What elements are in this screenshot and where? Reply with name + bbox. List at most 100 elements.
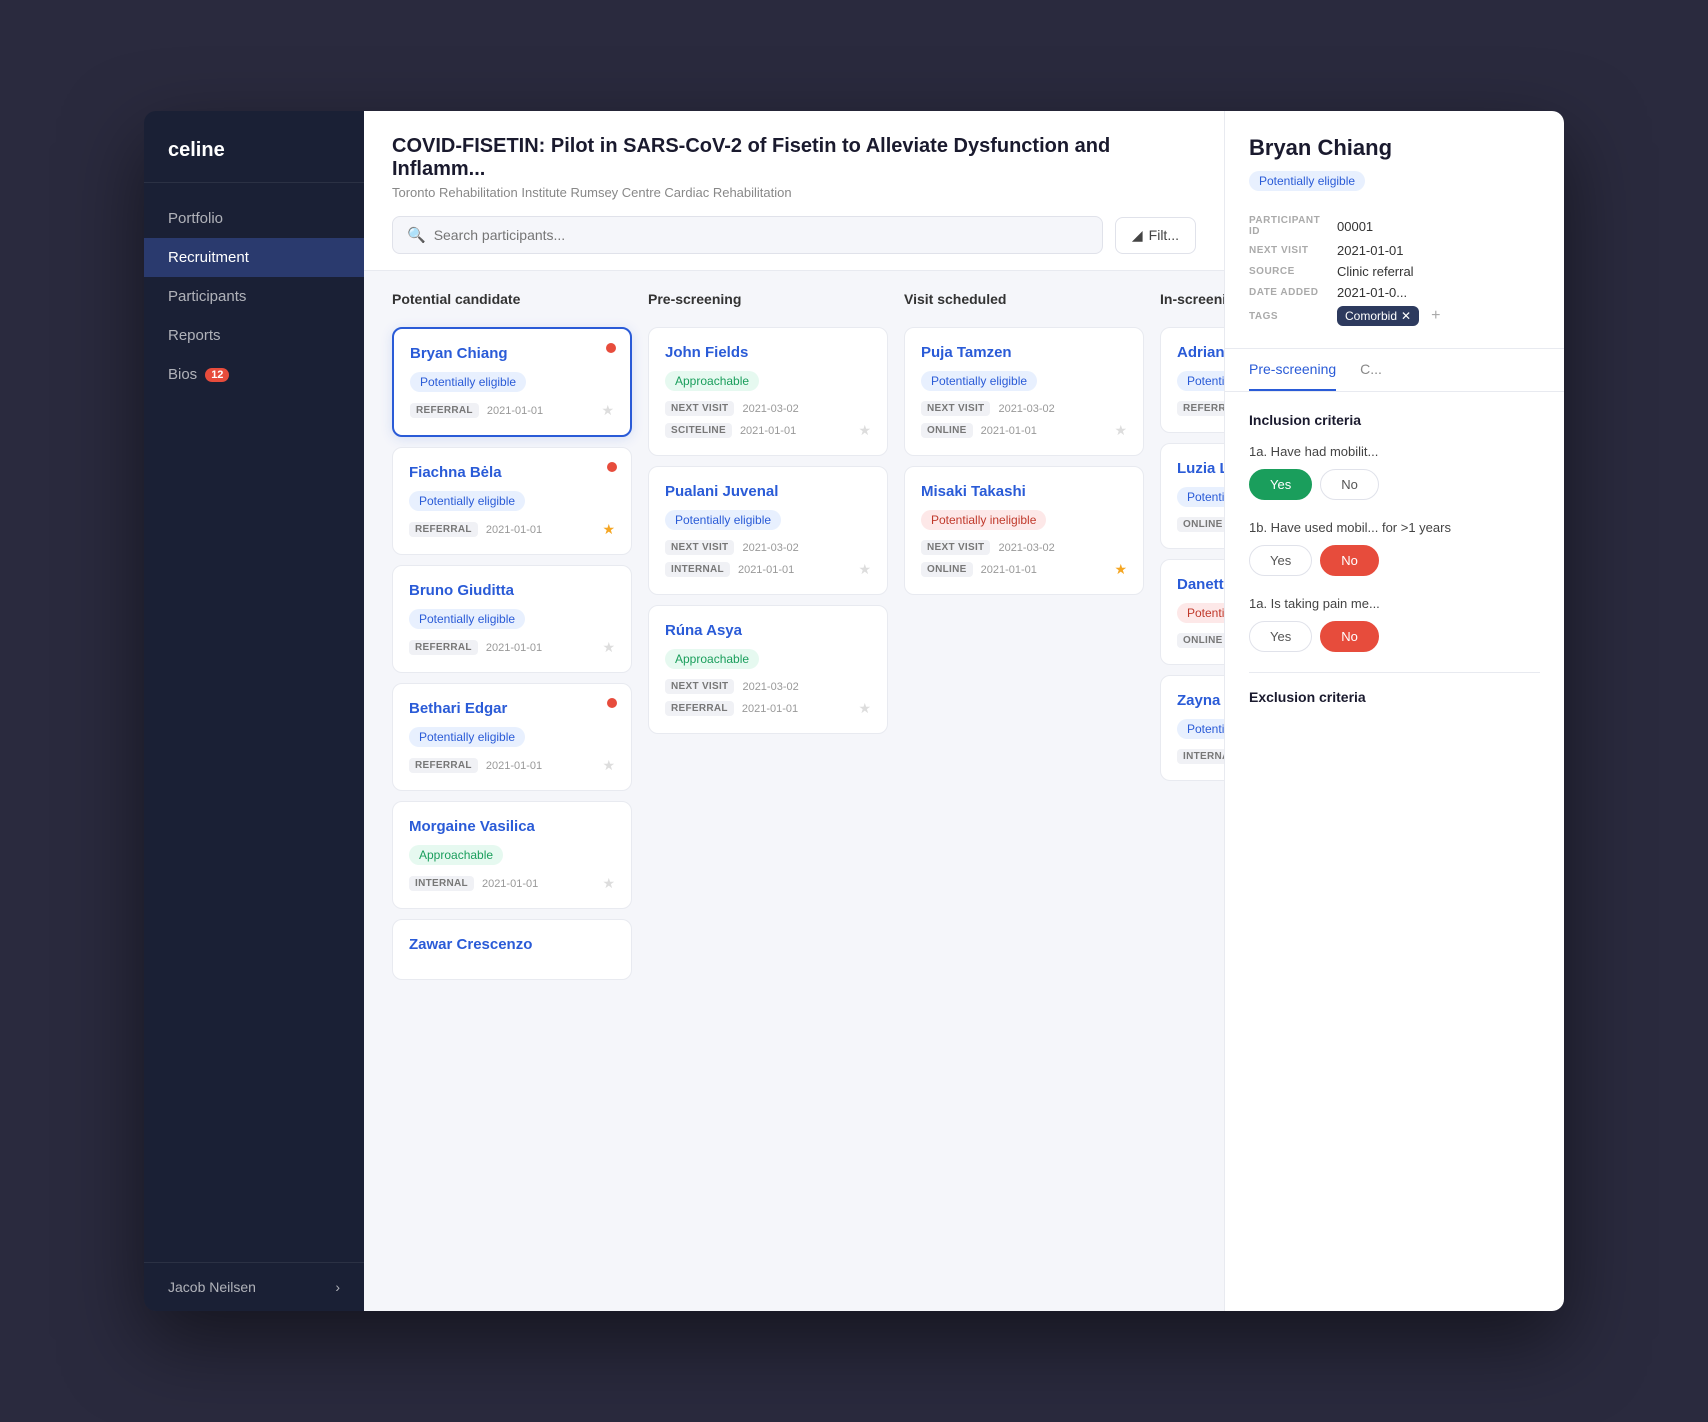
main-content: COVID-FISETIN: Pilot in SARS-CoV-2 of Fi…: [364, 111, 1224, 1311]
criteria-yes-button-1b[interactable]: Yes: [1249, 545, 1312, 576]
table-row[interactable]: Bryan Chiang Potentially eligible REFERR…: [392, 327, 632, 437]
column-header-potential: Potential candidate: [392, 291, 632, 315]
panel-meta-row-id: PARTICIPANT ID 00001: [1249, 215, 1540, 237]
filter-icon: ◢: [1132, 227, 1143, 244]
table-row[interactable]: Pualani Juvenal Potentially eligible NEX…: [648, 466, 888, 595]
status-badge: Potentially eligible: [409, 727, 525, 747]
exclusion-criteria-title: Exclusion criteria: [1249, 689, 1540, 705]
card-meta-2: SCITELINE 2021-01-01 ★: [665, 422, 871, 439]
tab-other[interactable]: C...: [1360, 349, 1382, 391]
table-row[interactable]: Morgaine Vasilica Approachable INTERNAL …: [392, 801, 632, 909]
table-row[interactable]: Bruno Giuditta Potentially eligible REFE…: [392, 565, 632, 673]
panel-meta-value-visit: 2021-01-01: [1337, 243, 1404, 258]
panel-tag-add-icon[interactable]: +: [1431, 307, 1440, 325]
panel-meta-label-source: SOURCE: [1249, 266, 1329, 277]
card-meta: REFERRAL 2021-01-01 ★: [409, 757, 615, 774]
tab-prescreening[interactable]: Pre-screening: [1249, 349, 1336, 391]
star-icon[interactable]: ★: [602, 521, 615, 538]
criteria-no-button-1a[interactable]: No: [1320, 469, 1379, 500]
card-dot: [607, 462, 617, 472]
panel-meta-label-date: DATE ADDED: [1249, 287, 1329, 298]
table-row[interactable]: Adrian Judah Potentially eligible REFERR…: [1160, 327, 1224, 433]
column-header-visit: Visit scheduled: [904, 291, 1144, 315]
star-icon[interactable]: ★: [1114, 422, 1127, 439]
card-meta-2: ONLINE 2021-01-01 ★: [921, 422, 1127, 439]
meta-date: 2021-03-02: [742, 542, 798, 554]
column-header-inscreening: In-screening: [1160, 291, 1224, 315]
footer-user: Jacob Neilsen: [168, 1279, 256, 1295]
criteria-no-button-1a2[interactable]: No: [1320, 621, 1379, 652]
card-name: Bruno Giuditta: [409, 582, 615, 599]
card-meta-2: REFERRAL 2021-01-01 ★: [665, 700, 871, 717]
card-name: Puja Tamzen: [921, 344, 1127, 361]
card-dot: [607, 698, 617, 708]
meta-label: NEXT VISIT: [665, 540, 734, 555]
card-name: Luzia Llinos: [1177, 460, 1224, 477]
meta-label: NEXT VISIT: [665, 679, 734, 694]
table-row[interactable]: Luzia Llinos Potentially eligible ONLINE…: [1160, 443, 1224, 549]
table-row[interactable]: Zawar Crescenzo: [392, 919, 632, 980]
card-name: Zawar Crescenzo: [409, 936, 615, 953]
criteria-item-1a2: 1a. Is taking pain me... Yes No: [1249, 596, 1540, 652]
status-badge: Potentially eligible: [665, 510, 781, 530]
panel-tag-comorbid[interactable]: Comorbid ✕: [1337, 306, 1419, 326]
star-icon[interactable]: ★: [858, 422, 871, 439]
table-row[interactable]: Danette Enki Potentially ineligible ONLI…: [1160, 559, 1224, 665]
card-meta: INTERNAL 2021-01-01 ★: [409, 875, 615, 892]
kanban-column-visit: Visit scheduled Puja Tamzen Potentially …: [904, 291, 1144, 1291]
cards-potential: Bryan Chiang Potentially eligible REFERR…: [392, 327, 632, 980]
panel-participant-name: Bryan Chiang: [1249, 135, 1540, 161]
sidebar-item-bios[interactable]: Bios 12: [144, 355, 364, 394]
criteria-yes-button-1a2[interactable]: Yes: [1249, 621, 1312, 652]
table-row[interactable]: Fiachna Bėla Potentially eligible REFERR…: [392, 447, 632, 555]
star-icon[interactable]: ★: [601, 402, 614, 419]
filter-button[interactable]: ◢ Filt...: [1115, 217, 1196, 254]
meta-date-2: 2021-01-01: [742, 703, 798, 715]
meta-label-2: ONLINE: [921, 562, 973, 577]
status-badge: Approachable: [665, 649, 759, 669]
table-row[interactable]: John Fields Approachable NEXT VISIT 2021…: [648, 327, 888, 456]
sidebar-item-participants[interactable]: Participants: [144, 277, 364, 316]
criteria-label-1b: 1b. Have used mobil... for >1 years: [1249, 520, 1540, 535]
criteria-no-button-1b[interactable]: No: [1320, 545, 1379, 576]
card-meta: ONLINE 2021-...: [1177, 633, 1224, 648]
panel-header: Bryan Chiang Potentially eligible PARTIC…: [1225, 111, 1564, 349]
star-icon[interactable]: ★: [602, 639, 615, 656]
meta-label: NEXT VISIT: [921, 401, 990, 416]
card-name: Adrian Judah: [1177, 344, 1224, 361]
card-meta-2: INTERNAL 2021-01-01 ★: [665, 561, 871, 578]
card-meta: REFERRAL 2021-01-01 ★: [409, 521, 615, 538]
star-icon[interactable]: ★: [858, 700, 871, 717]
card-meta: NEXT VISIT 2021-03-02: [921, 401, 1127, 416]
table-row[interactable]: Misaki Takashi Potentially ineligible NE…: [904, 466, 1144, 595]
meta-date: 2021-03-02: [742, 403, 798, 415]
table-row[interactable]: Zayna Maudi Potentially eligible INTERNA…: [1160, 675, 1224, 781]
footer-arrow-icon[interactable]: ›: [335, 1279, 340, 1295]
star-icon[interactable]: ★: [858, 561, 871, 578]
panel-tag-remove-icon[interactable]: ✕: [1401, 309, 1411, 323]
table-row[interactable]: Bethari Edgar Potentially eligible REFER…: [392, 683, 632, 791]
status-badge: Potentially eligible: [1177, 487, 1224, 507]
criteria-buttons-1b: Yes No: [1249, 545, 1540, 576]
panel-meta-value-id: 00001: [1337, 219, 1373, 234]
sidebar-item-reports[interactable]: Reports: [144, 316, 364, 355]
sidebar-logo: celine: [144, 111, 364, 183]
meta-date-2: 2021-01-01: [981, 564, 1037, 576]
card-dot: [606, 343, 616, 353]
star-icon[interactable]: ★: [602, 757, 615, 774]
meta-label: ONLINE: [1177, 633, 1224, 648]
sidebar-item-recruitment[interactable]: Recruitment: [144, 238, 364, 277]
panel-meta-value-date: 2021-01-0...: [1337, 285, 1407, 300]
filter-label: Filt...: [1149, 227, 1179, 243]
table-row[interactable]: Rúna Asya Approachable NEXT VISIT 2021-0…: [648, 605, 888, 734]
search-input[interactable]: [434, 227, 1088, 243]
kanban-column-inscreening: In-screening Adrian Judah Potentially el…: [1160, 291, 1224, 1291]
card-meta: INTERNAL 20...: [1177, 749, 1224, 764]
card-name: Rúna Asya: [665, 622, 871, 639]
status-badge: Potentially eligible: [921, 371, 1037, 391]
star-icon[interactable]: ★: [1114, 561, 1127, 578]
table-row[interactable]: Puja Tamzen Potentially eligible NEXT VI…: [904, 327, 1144, 456]
sidebar-item-portfolio[interactable]: Portfolio: [144, 199, 364, 238]
criteria-yes-button-1a[interactable]: Yes: [1249, 469, 1312, 500]
star-icon[interactable]: ★: [602, 875, 615, 892]
